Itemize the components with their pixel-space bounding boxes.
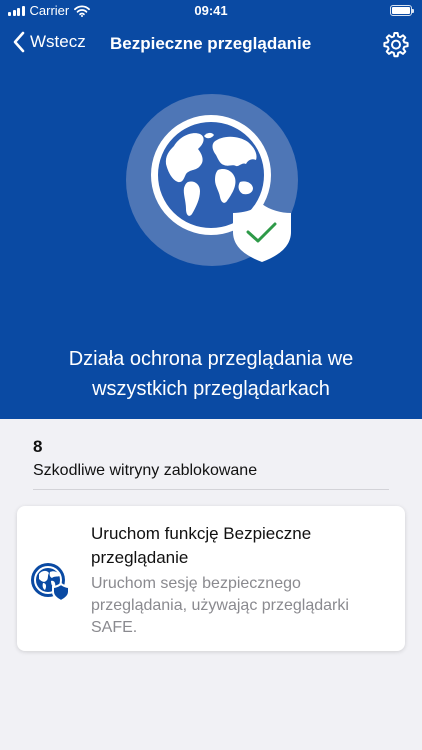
globe-shield-icon [31, 563, 70, 603]
card-title: Uruchom funkcję Bezpieczne przeglądanie [91, 524, 312, 567]
blocked-sites-stat: 8 Szkodliwe witryny zablokowane [33, 437, 389, 480]
battery-icon [390, 5, 414, 16]
page-title: Bezpieczne przeglądanie [110, 34, 312, 53]
back-button[interactable]: Wstecz [12, 31, 86, 53]
gear-icon[interactable] [382, 30, 410, 58]
status-bar: Carrier 09:41 [0, 0, 422, 22]
hero-section: Carrier 09:41 Wstecz Bezpieczne przegląd… [0, 0, 422, 419]
chevron-left-icon [13, 31, 25, 53]
globe-shield-check-icon [126, 94, 298, 266]
clock: 09:41 [194, 3, 228, 18]
blocked-label: Szkodliwe witryny zablokowane [33, 462, 258, 479]
launch-safe-browsing-card[interactable]: Uruchom funkcję Bezpieczne przeglądanie … [17, 506, 405, 651]
protection-status-message: Działa ochrona przeglądania we wszystkic… [68, 348, 354, 400]
card-description: Uruchom sesję bezpiecznego przeglądania,… [91, 575, 349, 636]
blocked-count: 8 [33, 437, 43, 456]
divider [33, 489, 389, 490]
back-label: Wstecz [30, 32, 86, 51]
navigation-bar: Wstecz Bezpieczne przeglądanie [0, 26, 422, 62]
